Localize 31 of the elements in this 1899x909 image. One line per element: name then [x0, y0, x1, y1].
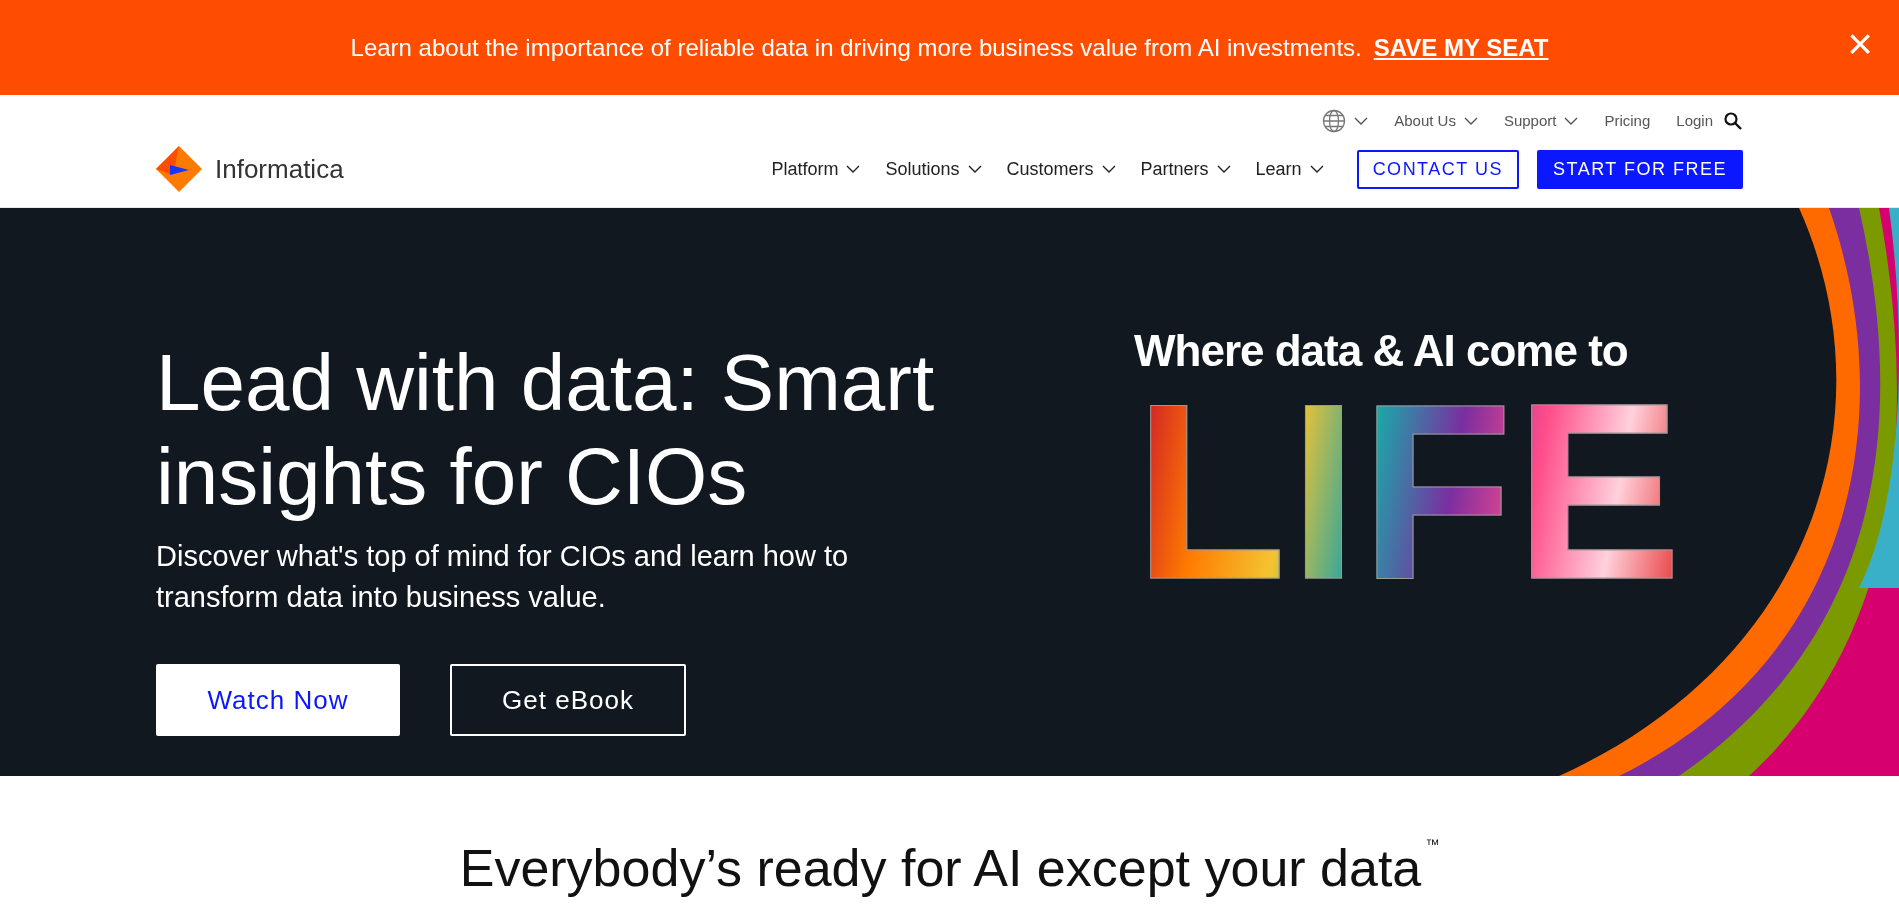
- chevron-down-icon: [1354, 116, 1369, 126]
- trademark-mark: ™: [1425, 836, 1440, 852]
- chevron-down-icon: [1564, 116, 1579, 126]
- globe-icon[interactable]: [1322, 109, 1347, 133]
- hero-subtitle: Discover what's top of mind for CIOs and learn how to transform data into business value.: [156, 539, 850, 615]
- chevron-down-icon: [1216, 164, 1231, 174]
- hero-title: Lead with data: Smart insights for CIOs: [156, 337, 936, 523]
- contact-button[interactable]: CONTACT US: [1356, 149, 1519, 189]
- chevron-down-icon: [1101, 164, 1116, 174]
- main-nav-link[interactable]: Platform: [771, 155, 861, 183]
- main-nav-link[interactable]: Learn: [1255, 155, 1324, 183]
- chevron-down-icon: [967, 164, 982, 174]
- utility-nav-link[interactable]: Login: [1676, 109, 1713, 133]
- main-nav-link[interactable]: Partners: [1140, 155, 1231, 183]
- watch-now-button[interactable]: Watch Now: [156, 664, 400, 736]
- logo-icon: [155, 145, 203, 193]
- chevron-down-icon: [1309, 164, 1324, 174]
- chevron-down-icon: [1463, 116, 1478, 126]
- main-nav-link[interactable]: Customers: [1006, 155, 1116, 183]
- utility-nav-link[interactable]: Support: [1503, 109, 1579, 133]
- promo-text: Learn about the importance of reliable data in driving more business value from AI investments.: [350, 32, 1362, 63]
- graphic-tagline: Where data & AI come to: [1134, 325, 1629, 377]
- start-free-button[interactable]: START FOR FREE: [1536, 149, 1743, 189]
- utility-nav-link[interactable]: About Us: [1394, 109, 1478, 133]
- search-icon[interactable]: [1723, 111, 1743, 131]
- chevron-down-icon: [846, 164, 861, 174]
- section-heading: Everybody’s ready for AI except your data$^{™}$: [459, 835, 1440, 899]
- get-ebook-button[interactable]: Get eBook: [450, 664, 686, 736]
- logo-wordmark: Informatica: [215, 152, 344, 186]
- utility-nav-link[interactable]: Pricing: [1604, 109, 1651, 133]
- main-nav-link[interactable]: Solutions: [885, 155, 982, 183]
